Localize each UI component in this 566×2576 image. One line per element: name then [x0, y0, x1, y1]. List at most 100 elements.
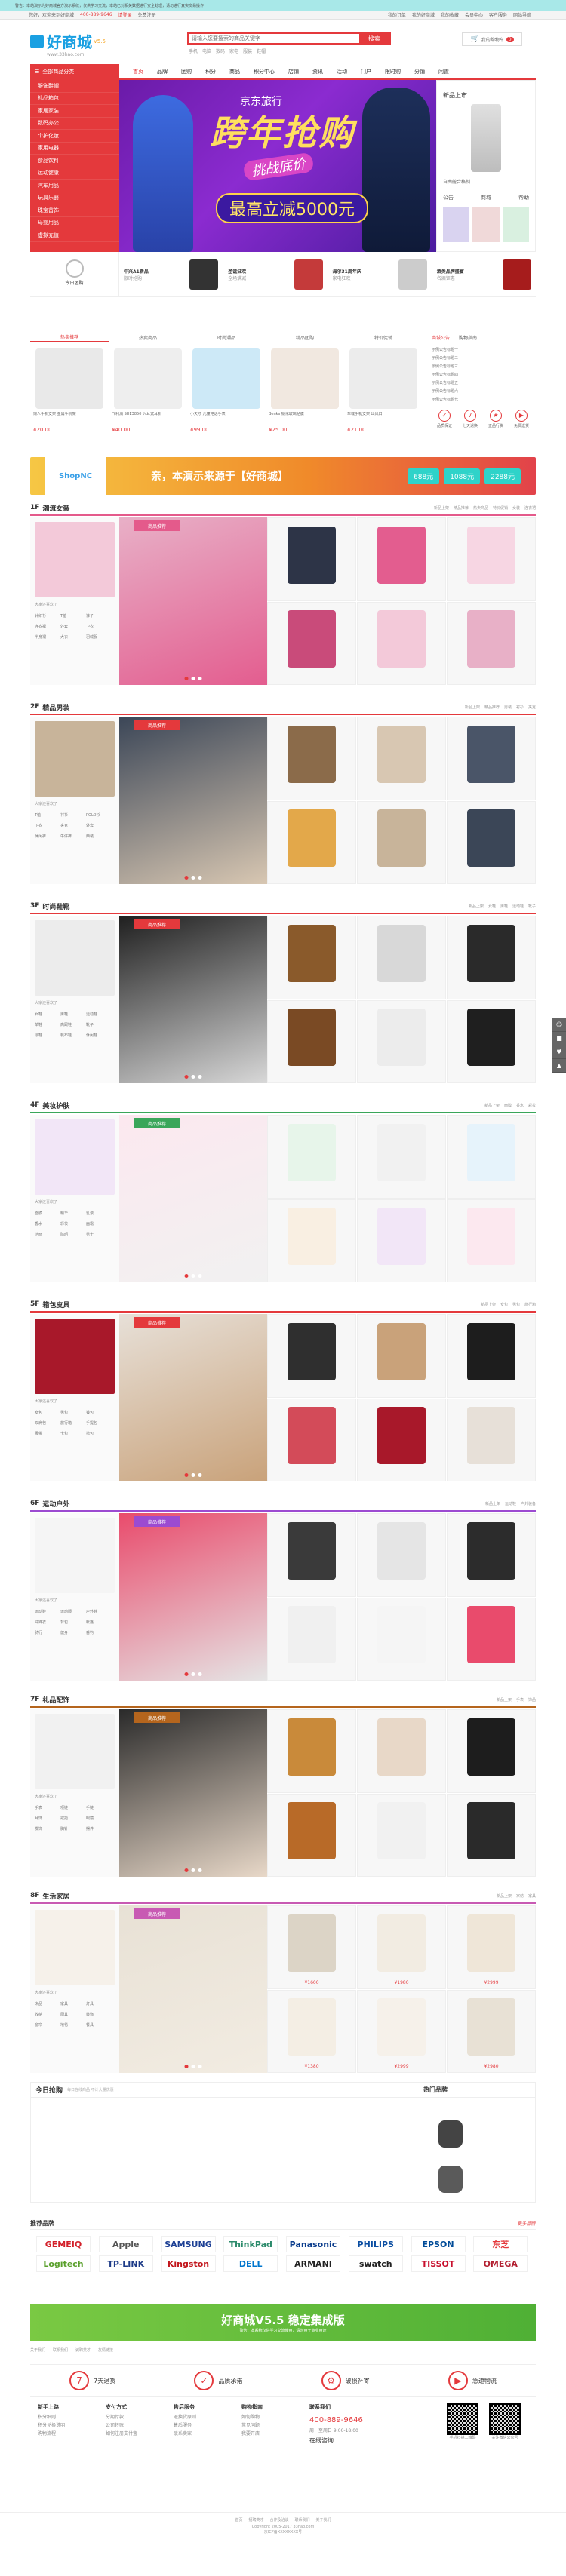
floor-tab[interactable]: 男装: [504, 705, 512, 710]
floor-product-cell[interactable]: [447, 1709, 536, 1793]
floor-category-link[interactable]: 卫衣: [35, 820, 60, 831]
nav-item[interactable]: 资讯: [312, 68, 323, 75]
brand-logo[interactable]: TISSOT: [411, 2255, 466, 2272]
floor-feature-image[interactable]: [35, 721, 115, 797]
floor-category-link[interactable]: 卡包: [60, 1428, 86, 1438]
floor-category-link[interactable]: 家具: [60, 1998, 86, 2009]
floor-tab[interactable]: 男鞋: [500, 904, 508, 909]
floor-product-cell[interactable]: [447, 1115, 536, 1199]
floor-category-link[interactable]: 帐篷: [86, 1617, 112, 1627]
util-link[interactable]: 我的订单: [388, 11, 406, 18]
floor-category-link[interactable]: 彩妆: [60, 1218, 86, 1229]
floor-product-cell[interactable]: [357, 1793, 446, 1877]
hot-word[interactable]: 手机: [189, 48, 198, 54]
hot-word[interactable]: 服装: [243, 48, 252, 54]
util-link[interactable]: 网站导航: [513, 11, 531, 18]
floor-category-link[interactable]: 外套: [60, 621, 86, 631]
floor-category-link[interactable]: 夹克: [60, 820, 86, 831]
nav-item[interactable]: 首页: [133, 68, 143, 75]
util-link[interactable]: 客户服务: [489, 11, 507, 18]
floor-product-cell[interactable]: [267, 916, 356, 999]
floor-category-link[interactable]: 外套: [86, 820, 112, 831]
carousel-dot[interactable]: [198, 1274, 202, 1278]
carousel-dot[interactable]: [191, 1274, 195, 1278]
floor-big-banner[interactable]: 商品推荐: [119, 717, 267, 884]
floor-product-cell[interactable]: [357, 999, 446, 1083]
tab-hot[interactable]: 热卖商品: [109, 334, 187, 341]
category-item[interactable]: 食品饮料: [30, 155, 119, 167]
category-item[interactable]: 礼品箱包: [30, 93, 119, 105]
user-icon[interactable]: ☺: [552, 1018, 566, 1032]
carousel-dot[interactable]: [198, 876, 202, 880]
floor-product-cell[interactable]: [267, 1709, 356, 1793]
thumb[interactable]: [502, 207, 529, 242]
floor-product-cell[interactable]: [267, 1115, 356, 1199]
brand-logo[interactable]: OMEGA: [473, 2255, 528, 2272]
category-item[interactable]: 汽车用品: [30, 180, 119, 192]
floor-product-cell[interactable]: [447, 800, 536, 884]
floor-category-link[interactable]: 厨具: [60, 2009, 86, 2019]
floor-product-cell[interactable]: [357, 1398, 446, 1481]
floor-category-link[interactable]: 香水: [35, 1218, 60, 1229]
coupon-badge[interactable]: 1088元: [444, 468, 481, 484]
floor-product-cell[interactable]: [267, 1793, 356, 1877]
floor-product-cell[interactable]: [447, 1597, 536, 1681]
util-link[interactable]: 我的收藏: [441, 11, 459, 18]
floor-product-cell[interactable]: ¥2999: [357, 1989, 446, 2073]
news-item[interactable]: 示例公告标题六: [432, 387, 536, 395]
coupon-badge[interactable]: 688元: [408, 468, 440, 484]
floor-category-link[interactable]: 精华: [60, 1208, 86, 1218]
floor-category-link[interactable]: 乳液: [86, 1208, 112, 1218]
floor-product-cell[interactable]: [267, 1199, 356, 1282]
floor-feature-image[interactable]: [35, 1119, 115, 1195]
brand-logo[interactable]: Kingston: [161, 2255, 216, 2272]
thumb[interactable]: [472, 207, 500, 242]
floor-tab[interactable]: 男包: [512, 1302, 520, 1307]
floor-tab[interactable]: 户外装备: [521, 1501, 536, 1506]
floor-product-cell[interactable]: [357, 1199, 446, 1282]
floor-category-link[interactable]: 骑行: [35, 1627, 60, 1638]
floor-category-link[interactable]: 防晒: [60, 1229, 86, 1239]
copyright-link[interactable]: 关于我们: [316, 2517, 331, 2522]
floor-tab[interactable]: 手表: [516, 1697, 524, 1702]
floor-product-cell[interactable]: ¥1380: [267, 1989, 356, 2073]
floor-category-link[interactable]: T恤: [35, 809, 60, 820]
register-link[interactable]: 免费注册: [138, 11, 156, 18]
floor-big-banner[interactable]: 商品推荐: [119, 1513, 267, 1681]
floor-category-link[interactable]: 凉鞋: [35, 1030, 60, 1040]
floor-tab[interactable]: 特价促销: [493, 505, 508, 511]
brand-more-link[interactable]: 更多品牌: [518, 2220, 536, 2227]
floor-category-link[interactable]: 窗帘: [35, 2019, 60, 2030]
nav-item[interactable]: 商品: [229, 68, 240, 75]
floor-product-cell[interactable]: [357, 916, 446, 999]
floor-category-link[interactable]: 胸针: [60, 1823, 86, 1834]
login-link[interactable]: 请登录: [118, 11, 132, 18]
floor-category-link[interactable]: 摆件: [86, 1823, 112, 1834]
floor-product-cell[interactable]: [357, 1513, 446, 1597]
floor-tab[interactable]: 新品上架: [465, 705, 480, 710]
floor-category-link[interactable]: 牛仔裤: [60, 831, 86, 841]
brand-logo[interactable]: SAMSUNG: [161, 2236, 216, 2252]
news-item[interactable]: 示例公告标题二: [432, 354, 536, 362]
product-card[interactable]: Benks 钢化玻璃贴膜 ¥25.00: [266, 345, 344, 451]
copyright-link[interactable]: 首页: [235, 2517, 242, 2522]
right-link[interactable]: 帮助: [518, 194, 529, 201]
floor-tab[interactable]: 靴子: [528, 904, 536, 909]
category-item[interactable]: 服饰鞋帽: [30, 80, 119, 93]
floor-category-link[interactable]: 西装: [86, 831, 112, 841]
floor-big-banner[interactable]: 商品推荐: [119, 1314, 267, 1481]
product-card[interactable]: 懒人手机支架 金属手机架 ¥20.00: [30, 345, 109, 451]
floor-product-cell[interactable]: [357, 1115, 446, 1199]
footer-link[interactable]: 关于我们: [30, 2347, 45, 2353]
floor-product-cell[interactable]: [447, 1314, 536, 1398]
floor-category-link[interactable]: 腰带: [35, 1428, 60, 1438]
copyright-link[interactable]: 联系我们: [295, 2517, 310, 2522]
nav-item[interactable]: 活动: [337, 68, 347, 75]
floor-tab[interactable]: 热卖商品: [473, 505, 488, 511]
carousel-dot[interactable]: [198, 1075, 202, 1079]
hot-word[interactable]: 数码: [216, 48, 225, 54]
floor-category-link[interactable]: 眼镜: [86, 1813, 112, 1823]
floor-category-link[interactable]: 灯具: [86, 1998, 112, 2009]
floor-product-cell[interactable]: [267, 717, 356, 800]
floor-product-cell[interactable]: [447, 1199, 536, 1282]
